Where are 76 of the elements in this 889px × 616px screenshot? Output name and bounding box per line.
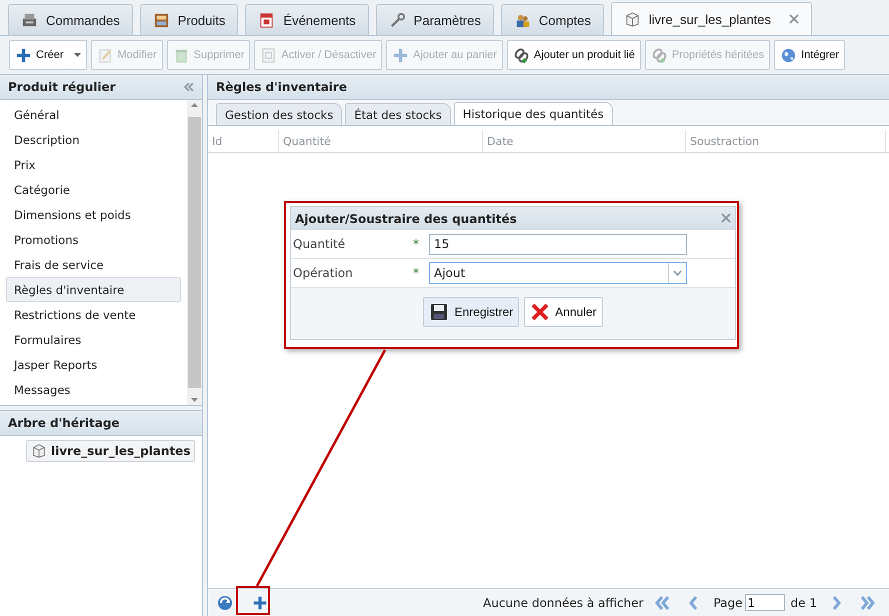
toolbar-button[interactable]: Intégrer bbox=[774, 40, 846, 70]
nav-item[interactable]: Messages bbox=[6, 377, 181, 402]
chain-icon bbox=[650, 46, 668, 64]
cross-icon bbox=[530, 302, 550, 322]
refresh-icon[interactable] bbox=[216, 594, 234, 612]
globe-icon bbox=[780, 46, 798, 64]
pencil-icon bbox=[96, 46, 114, 64]
tab[interactable]: Historique des quantités bbox=[454, 102, 613, 125]
field-label: Opération bbox=[292, 266, 354, 280]
add-icon[interactable] bbox=[252, 594, 268, 610]
tab-label: Commandes bbox=[46, 12, 120, 28]
nav-item[interactable]: Dimensions et poids bbox=[6, 202, 181, 228]
tree-item[interactable]: livre_sur_les_plantes bbox=[26, 440, 196, 462]
nav-item[interactable]: Jasper Reports bbox=[6, 352, 181, 378]
toolbar-button[interactable]: Créer bbox=[9, 40, 70, 70]
nav-item[interactable]: Règles d'inventaire bbox=[6, 277, 181, 302]
close-icon[interactable] bbox=[721, 212, 731, 222]
dialog-button[interactable]: Annuler bbox=[524, 297, 603, 327]
nav-item[interactable]: Description bbox=[6, 128, 181, 153]
scrollbar[interactable] bbox=[187, 100, 202, 405]
dialog-title: Ajouter/Soustraire des quantités bbox=[295, 212, 517, 226]
tab-label: Paramètres bbox=[414, 12, 481, 28]
chain-icon bbox=[512, 46, 530, 64]
nav-item[interactable]: Catégorie bbox=[6, 178, 181, 203]
collapse-icon[interactable] bbox=[184, 83, 194, 91]
box-icon bbox=[624, 10, 641, 28]
page-count: de 1 bbox=[790, 596, 817, 610]
first-page-icon[interactable] bbox=[653, 594, 672, 612]
page-label: Page bbox=[713, 596, 743, 610]
calendar-icon bbox=[258, 12, 276, 28]
nav-item[interactable]: Formulaires bbox=[6, 327, 181, 352]
tab-label: Événements bbox=[283, 12, 356, 28]
last-page-icon[interactable] bbox=[859, 594, 877, 612]
nav-item[interactable]: Prix bbox=[6, 152, 181, 178]
status-text: Aucune données à afficher bbox=[483, 596, 644, 610]
field-label: Quantité bbox=[292, 237, 346, 251]
nav-item[interactable]: Général bbox=[6, 103, 181, 128]
plus-icon bbox=[392, 46, 410, 64]
nav-item[interactable]: Frais de service bbox=[6, 252, 181, 278]
wrench-icon bbox=[388, 12, 406, 28]
panel-title: Produit régulier bbox=[8, 80, 116, 94]
app-tab[interactable]: Commandes bbox=[8, 4, 133, 35]
box-icon bbox=[31, 443, 47, 459]
page-field[interactable]: 1 bbox=[744, 594, 785, 611]
floppy-icon bbox=[429, 302, 450, 322]
app-tab[interactable]: Produits bbox=[140, 4, 238, 35]
tab-label: Produits bbox=[178, 12, 226, 28]
tab-label: livre_sur_les_plantes bbox=[648, 12, 772, 26]
dialog-button[interactable]: Enregistrer bbox=[423, 297, 520, 327]
app-tab[interactable]: Comptes bbox=[500, 4, 604, 35]
input-field[interactable]: 15 bbox=[429, 234, 687, 254]
tab-label: Comptes bbox=[538, 12, 591, 28]
panel-title: Règles d'inventaire bbox=[216, 80, 347, 94]
app-tab[interactable]: Paramètres bbox=[376, 4, 494, 35]
panel-title: Arbre d'héritage bbox=[8, 416, 120, 430]
app-tab[interactable]: Événements bbox=[245, 4, 369, 35]
required-mark: * bbox=[413, 266, 420, 280]
shelf-icon bbox=[152, 12, 170, 28]
scroll-down-icon[interactable] bbox=[191, 398, 198, 402]
nav-item[interactable]: Promotions bbox=[6, 228, 181, 253]
dropdown-button[interactable] bbox=[68, 40, 87, 70]
required-mark: * bbox=[413, 237, 420, 251]
nav-item[interactable]: Restrictions de vente bbox=[6, 302, 181, 328]
toggle-icon bbox=[260, 46, 278, 64]
close-icon[interactable] bbox=[789, 14, 800, 24]
tab[interactable]: État des stocks bbox=[345, 103, 451, 125]
app-tab[interactable]: livre_sur_les_plantes bbox=[610, 2, 812, 35]
toolbar-button[interactable]: Ajouter un produit lié bbox=[506, 40, 641, 70]
highlight-frame bbox=[236, 586, 270, 615]
dropdown[interactable]: Ajout bbox=[429, 262, 687, 284]
caret-icon bbox=[74, 53, 81, 57]
tab[interactable]: Gestion des stocks bbox=[216, 103, 342, 125]
scroll-up-icon[interactable] bbox=[191, 103, 198, 107]
register-icon bbox=[21, 12, 38, 28]
chevron-icon bbox=[673, 270, 682, 276]
plus-icon bbox=[15, 46, 32, 64]
